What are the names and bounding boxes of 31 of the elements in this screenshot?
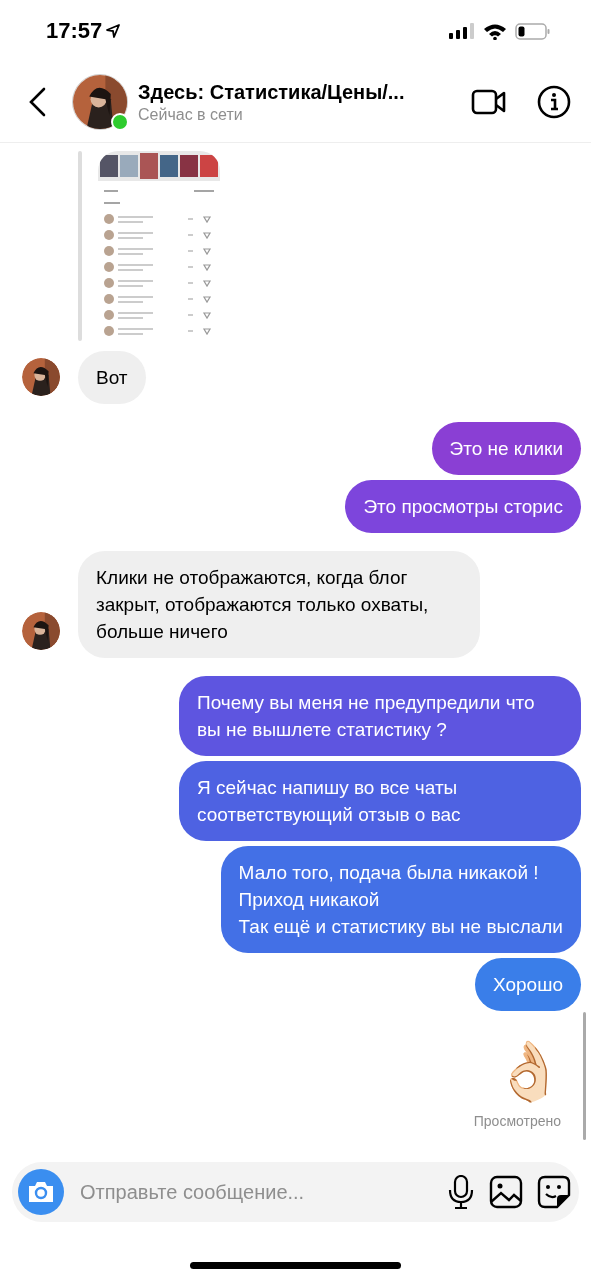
profile-avatar[interactable] (72, 74, 128, 130)
message-bubble: Почему вы меня не предупредили что вы не вышлете статистику ? (179, 676, 581, 756)
chat-status: Сейчас в сети (138, 105, 244, 124)
info-icon[interactable] (537, 85, 571, 119)
avatar (73, 75, 127, 129)
message-bubble: Клики не отображаются, когда блог закрыт, отображаются только охваты, больше ничего (78, 551, 480, 658)
message-bubble: Мало того, подача была никакой ! Приход никакой Так ещё и статистику вы не выслали (220, 846, 581, 953)
gallery-icon[interactable] (489, 1175, 523, 1209)
chat-title[interactable]: Здесь: Статистика/Цены/... (138, 80, 471, 104)
clock-time: 17:57 (46, 18, 103, 44)
message-field[interactable]: Отправьте сообщение... (78, 1179, 433, 1205)
camera-button[interactable] (18, 1169, 64, 1215)
wifi-icon (483, 22, 507, 40)
video-call-icon[interactable] (471, 88, 507, 116)
message-composer[interactable]: Отправьте сообщение... (12, 1162, 579, 1222)
message-bubble: Хорошо (475, 958, 581, 1011)
location-arrow-icon (106, 24, 121, 38)
message-bubble: Вот (78, 351, 146, 404)
scrollbar[interactable] (583, 1012, 586, 1140)
avatar (22, 358, 60, 396)
camera-icon (27, 1180, 55, 1204)
message-bubble: Это просмотры сторис (345, 480, 581, 533)
emoji-message: 👌🏻 (493, 1037, 566, 1105)
battery-icon (515, 22, 551, 40)
sticker-icon[interactable] (537, 1175, 571, 1209)
message-bubble: Это не клики (431, 422, 581, 475)
seen-status: Просмотрено (473, 1112, 562, 1129)
microphone-icon[interactable] (447, 1175, 475, 1209)
message-bubble: Я сейчас напишу во все чаты соответствующий отзыв о вас (179, 761, 581, 841)
avatar (22, 612, 60, 650)
signal-icon (449, 23, 475, 39)
